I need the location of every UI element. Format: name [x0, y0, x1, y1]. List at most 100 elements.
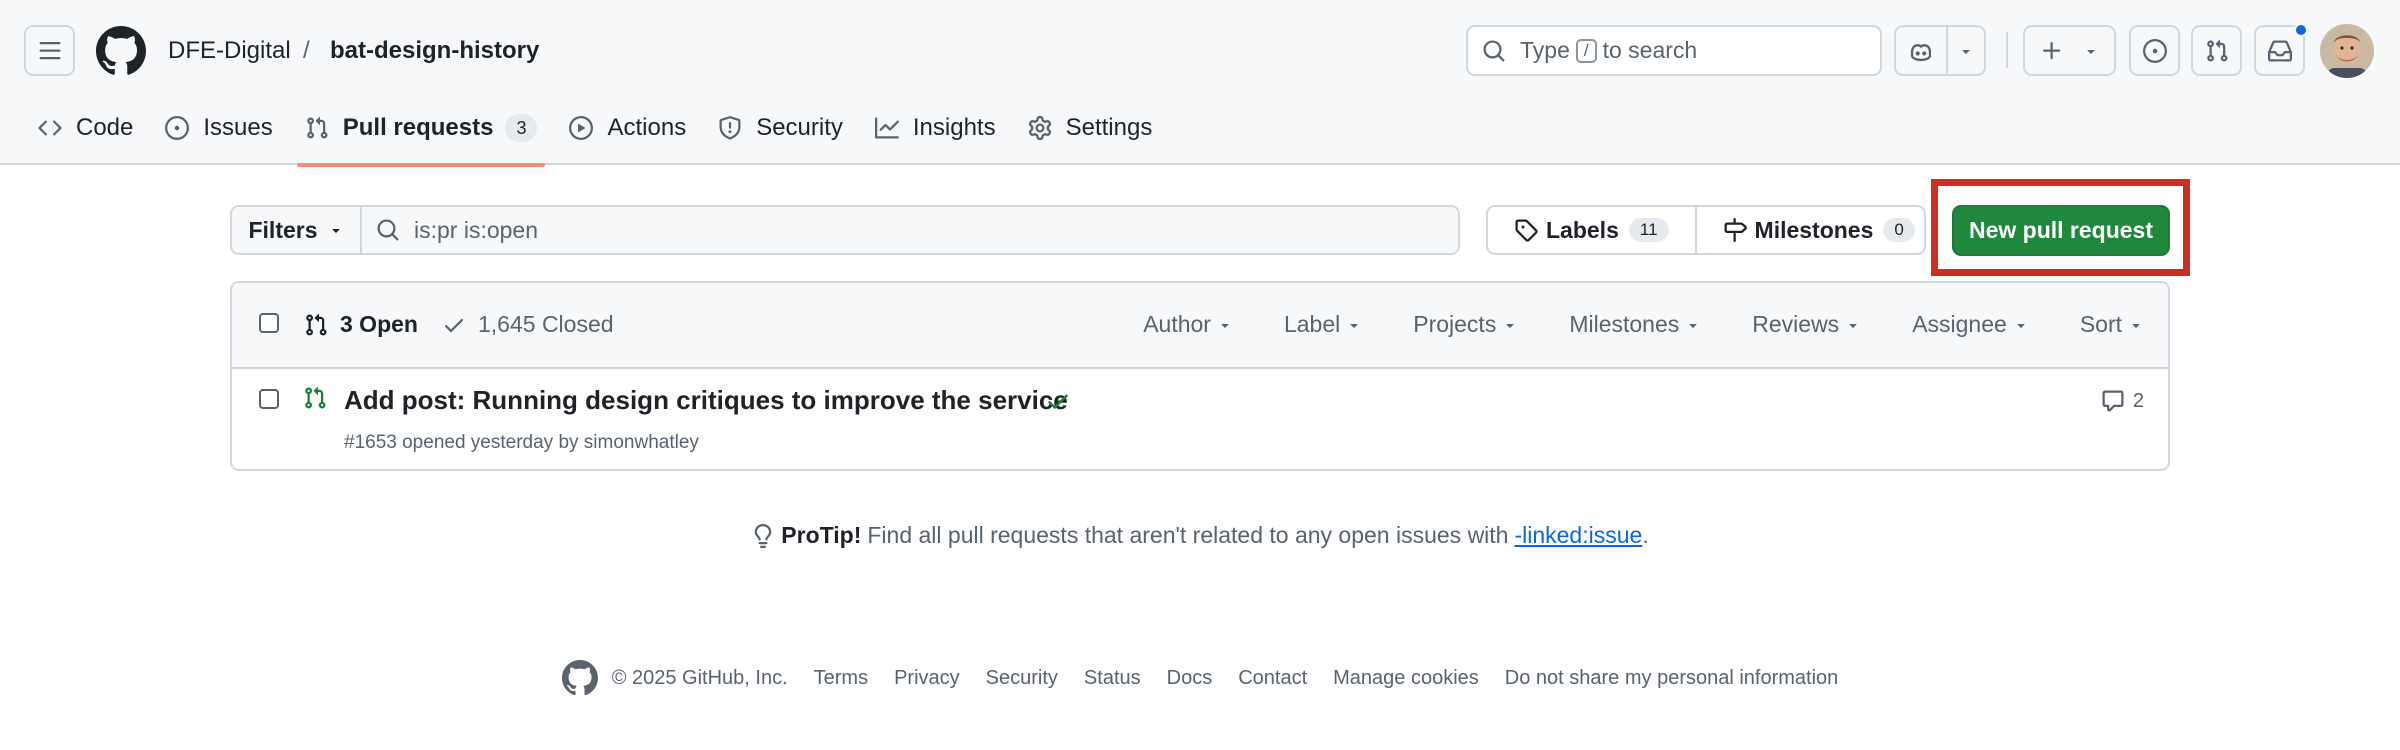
- search-shortcut-key: /: [1575, 38, 1597, 63]
- repo-nav-tabs: Code Issues Pull requests 3 Actions Secu…: [24, 100, 1170, 167]
- labels-milestones-group: Labels 11 Milestones 0: [1486, 205, 1926, 255]
- play-icon: [569, 116, 594, 140]
- footer-link-privacy[interactable]: Privacy: [894, 667, 960, 690]
- milestones-menu-label: Milestones: [1569, 311, 1680, 337]
- check-icon: [445, 318, 463, 332]
- milestones-count-badge: 0: [1883, 218, 1915, 242]
- footer-link-manage-cookies[interactable]: Manage cookies: [1333, 667, 1479, 690]
- tab-settings-label: Settings: [1065, 114, 1153, 141]
- milestones-button[interactable]: Milestones 0: [1694, 207, 1941, 253]
- assignee-menu-label: Assignee: [1912, 311, 2007, 337]
- inbox-icon: [2267, 40, 2292, 61]
- plus-icon: [2043, 41, 2061, 59]
- milestones-menu[interactable]: Milestones: [1569, 311, 1701, 338]
- check-icon[interactable]: [1045, 388, 1071, 414]
- list-item: Add post: Running design critiques to im…: [232, 369, 2168, 469]
- tab-pull-requests[interactable]: Pull requests 3: [291, 100, 552, 167]
- pull-requests-count-badge: 3: [505, 114, 538, 142]
- tab-issues-label: Issues: [203, 114, 273, 141]
- triangle-down-icon: [2017, 323, 2025, 328]
- list-header: 3 Open 1,645 Closed Author Label Project…: [232, 283, 2168, 369]
- triangle-down-icon: [2087, 49, 2095, 54]
- open-filter-link[interactable]: 3 Open: [304, 311, 418, 338]
- closed-filter-link[interactable]: 1,645 Closed: [442, 311, 614, 338]
- issue-opened-icon: [2142, 38, 2167, 63]
- global-search-input[interactable]: Type / to search: [1466, 25, 1882, 76]
- footer-link-contact[interactable]: Contact: [1238, 667, 1307, 690]
- tab-actions[interactable]: Actions: [555, 100, 700, 156]
- pr-meta: #1653 opened yesterday by simonwhatley: [344, 432, 699, 453]
- tab-settings[interactable]: Settings: [1014, 100, 1167, 156]
- assignee-menu[interactable]: Assignee: [1912, 311, 2029, 338]
- label-menu[interactable]: Label: [1284, 311, 1362, 338]
- gear-icon: [1028, 116, 1051, 140]
- create-new-button[interactable]: [2023, 25, 2116, 76]
- sort-menu-label: Sort: [2079, 311, 2122, 337]
- github-logo-icon[interactable]: [561, 660, 598, 696]
- comments-link[interactable]: 2: [2101, 389, 2144, 413]
- search-icon: [377, 219, 399, 241]
- pr-title-link[interactable]: Add post: Running design critiques to im…: [344, 383, 1068, 417]
- triangle-down-icon: [1689, 323, 1697, 328]
- breadcrumb-separator: /: [303, 37, 310, 64]
- footer-link-status[interactable]: Status: [1084, 667, 1141, 690]
- pr-search-input[interactable]: [414, 216, 1314, 244]
- tab-insights[interactable]: Insights: [861, 100, 1010, 156]
- labels-count-badge: 11: [1628, 218, 1669, 242]
- tab-actions-label: Actions: [607, 114, 687, 141]
- triangle-down-icon: [1962, 49, 1970, 54]
- code-icon: [38, 120, 62, 136]
- site-footer: © 2025 GitHub, Inc. Terms Privacy Securi…: [0, 660, 2400, 696]
- comment-icon: [2102, 390, 2124, 412]
- breadcrumb-owner[interactable]: DFE-Digital: [168, 34, 291, 68]
- author-menu[interactable]: Author: [1143, 311, 1233, 338]
- avatar[interactable]: [2320, 24, 2374, 78]
- git-pull-request-icon: [2206, 39, 2228, 62]
- tab-code[interactable]: Code: [24, 100, 147, 156]
- filters-dropdown-button[interactable]: Filters: [232, 207, 362, 253]
- footer-link-terms[interactable]: Terms: [814, 667, 868, 690]
- breadcrumb-repo[interactable]: bat-design-history: [330, 34, 539, 68]
- footer-link-do-not-share[interactable]: Do not share my personal information: [1505, 667, 1839, 690]
- copilot-dropdown-button[interactable]: [1946, 27, 1984, 74]
- pr-search-field[interactable]: [362, 207, 1458, 253]
- triangle-down-icon: [2132, 323, 2140, 328]
- open-count-label: 3 Open: [340, 311, 418, 337]
- tab-security[interactable]: Security: [704, 100, 857, 156]
- tag-icon: [1515, 219, 1538, 242]
- tab-pull-requests-label: Pull requests: [342, 114, 494, 141]
- light-bulb-icon: [755, 523, 772, 548]
- new-pull-request-button[interactable]: New pull request: [1952, 205, 2170, 256]
- triangle-down-icon: [1849, 323, 1857, 328]
- pull-request-list: 3 Open 1,645 Closed Author Label Project…: [230, 281, 2170, 471]
- projects-menu[interactable]: Projects: [1413, 311, 1518, 338]
- footer-link-docs[interactable]: Docs: [1167, 667, 1213, 690]
- row-select-checkbox[interactable]: [259, 389, 279, 409]
- reviews-menu-label: Reviews: [1752, 311, 1840, 337]
- select-all-checkbox[interactable]: [259, 313, 279, 333]
- copilot-button[interactable]: [1896, 27, 1946, 74]
- footer-link-security[interactable]: Security: [986, 667, 1058, 690]
- tab-issues[interactable]: Issues: [151, 100, 286, 156]
- sort-menu[interactable]: Sort: [2080, 311, 2144, 338]
- copilot-button-group: [1894, 25, 1986, 76]
- triangle-down-icon: [1221, 323, 1229, 328]
- protip-link[interactable]: -linked:issue: [1514, 522, 1642, 549]
- your-issues-button[interactable]: [2129, 25, 2180, 76]
- footer-copyright: © 2025 GitHub, Inc.: [611, 666, 788, 689]
- pr-filter-bar: Filters: [230, 205, 1460, 255]
- protip: ProTip! Find all pull requests that aren…: [0, 522, 2400, 549]
- protip-label: ProTip!: [781, 522, 862, 548]
- protip-end: .: [1642, 522, 1649, 548]
- menu-button[interactable]: [24, 25, 75, 76]
- milestones-label: Milestones: [1754, 216, 1874, 243]
- author-menu-label: Author: [1143, 311, 1211, 337]
- triangle-down-icon: [1506, 323, 1514, 328]
- reviews-menu[interactable]: Reviews: [1752, 311, 1861, 338]
- labels-button[interactable]: Labels 11: [1488, 207, 1695, 253]
- comments-count: 2: [2132, 389, 2144, 412]
- git-pull-request-icon: [306, 116, 328, 139]
- your-pull-requests-button[interactable]: [2191, 25, 2242, 76]
- github-logo-icon[interactable]: [96, 26, 146, 76]
- shield-icon: [719, 116, 741, 140]
